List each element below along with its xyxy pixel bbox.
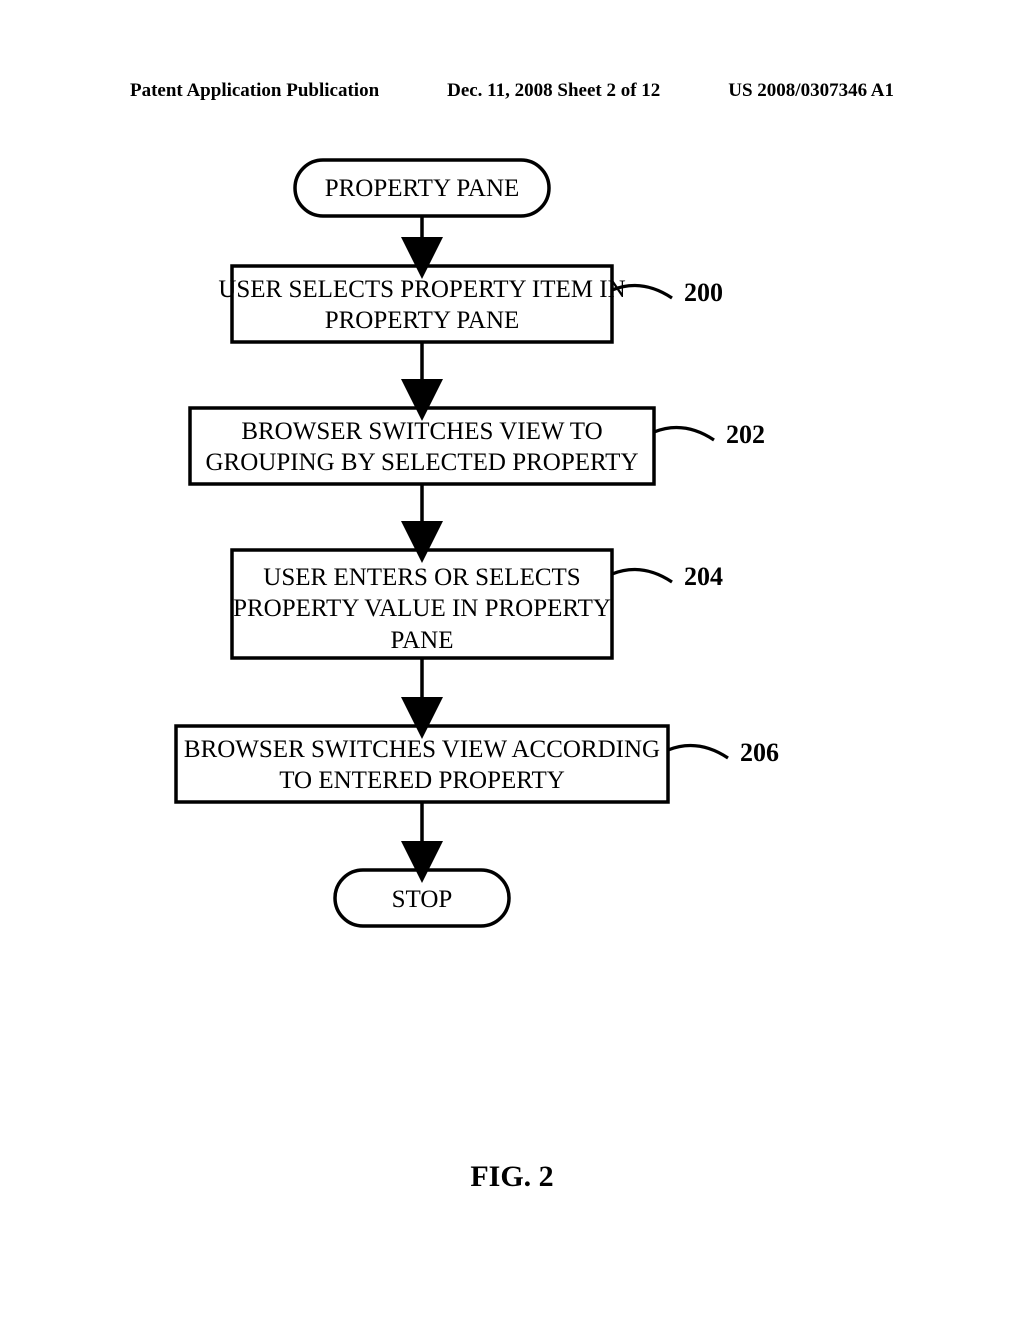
step-204-label: USER ENTERS OR SELECTS PROPERTY VALUE IN…	[212, 562, 632, 656]
start-node-label: PROPERTY PANE	[295, 173, 549, 204]
step-206-label: BROWSER SWITCHES VIEW ACCORDING TO ENTER…	[176, 734, 668, 797]
header-pubtype: Patent Application Publication	[130, 80, 379, 102]
ref-204: 204	[684, 562, 723, 592]
header-pubnum: US 2008/0307346 A1	[728, 80, 894, 102]
step-202-label: BROWSER SWITCHES VIEW TO GROUPING BY SEL…	[190, 416, 654, 479]
header-date: Dec. 11, 2008 Sheet 2 of 12	[447, 80, 660, 102]
ref-202: 202	[726, 420, 765, 450]
ref-206: 206	[740, 738, 779, 768]
ref-200: 200	[684, 278, 723, 308]
figure-label: FIG. 2	[0, 1160, 1024, 1194]
page-header: Patent Application Publication Dec. 11, …	[0, 80, 1024, 102]
page: Patent Application Publication Dec. 11, …	[0, 0, 1024, 1320]
stop-node-label: STOP	[335, 884, 509, 915]
step-200-label: USER SELECTS PROPERTY ITEM IN PROPERTY P…	[212, 274, 632, 337]
flowchart-diagram: PROPERTY PANE USER SELECTS PROPERTY ITEM…	[0, 150, 1024, 1070]
